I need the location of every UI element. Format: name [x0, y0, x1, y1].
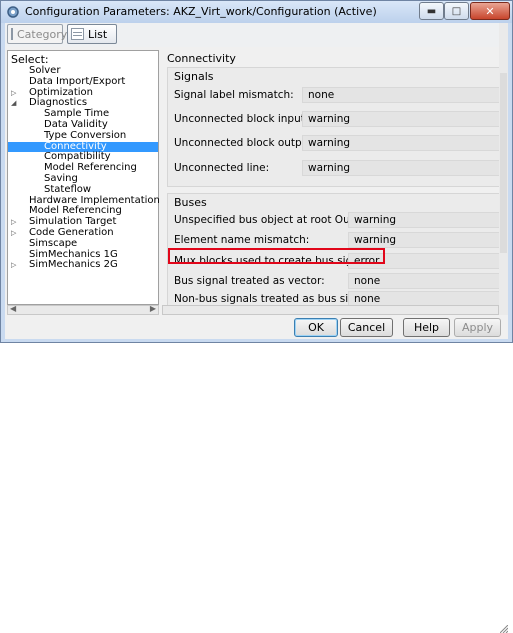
close-icon: ✕ — [485, 4, 495, 18]
non-bus-as-bus-select[interactable]: none — [348, 291, 506, 305]
setting-label: Bus signal treated as vector: — [174, 275, 325, 287]
unspecified-bus-object-row: Unspecified bus object at root Outport b… — [168, 212, 506, 229]
tree-item-simmechanics-2g[interactable]: ▷ SimMechanics 2G — [8, 260, 158, 271]
close-button[interactable]: ✕ — [470, 2, 510, 20]
expand-arrow-icon[interactable]: ▷ — [11, 260, 16, 271]
element-name-mismatch-row: Element name mismatch: warning — [168, 232, 506, 249]
section-title: Connectivity — [167, 52, 236, 65]
element-name-mismatch-select[interactable]: warning — [348, 232, 506, 248]
unconnected-input-ports-select[interactable]: warning — [302, 111, 506, 127]
tree-item-label: SimMechanics 2G — [29, 259, 118, 271]
signals-group-label: Signals — [174, 70, 214, 83]
scroll-left-icon[interactable]: ◀ — [10, 304, 16, 313]
dialog-client: Category List Select: Solver Data Import/… — [5, 23, 508, 633]
expand-arrow-icon[interactable]: ▷ — [11, 228, 16, 239]
apply-button[interactable]: Apply — [454, 318, 501, 337]
tree-item-label: Simscape — [29, 237, 78, 249]
list-label: List — [88, 27, 108, 41]
title-bar[interactable]: Configuration Parameters: AKZ_Virt_work/… — [1, 1, 512, 23]
simulink-gear-icon — [7, 6, 19, 18]
annotation-highlight-box — [168, 248, 385, 264]
minimize-icon: ▬ — [426, 5, 437, 17]
expand-arrow-icon[interactable]: ▷ — [11, 217, 16, 228]
list-view-button[interactable]: List — [67, 24, 117, 44]
help-button[interactable]: Help — [403, 318, 450, 337]
cancel-button[interactable]: Cancel — [340, 318, 393, 337]
tree-item-stateflow[interactable]: Stateflow — [8, 183, 158, 196]
expand-arrow-icon[interactable]: ▷ — [11, 88, 16, 99]
view-toolbar: Category List — [5, 23, 508, 47]
list-icon — [71, 28, 84, 40]
tree-item-type-conversion[interactable]: Type Conversion — [8, 129, 158, 142]
config-dialog: Configuration Parameters: AKZ_Virt_work/… — [0, 0, 513, 633]
setting-label: Unconnected line: — [174, 162, 270, 174]
tree-item-data-import-export[interactable]: Data Import/Export — [8, 75, 158, 88]
buses-group-label: Buses — [174, 196, 207, 209]
tree-item-label: Type Conversion — [44, 129, 127, 141]
unconnected-line-row: Unconnected line: warning — [168, 160, 506, 177]
signal-label-mismatch-select[interactable]: none — [302, 87, 506, 103]
signal-label-mismatch-row: Signal label mismatch: none — [168, 87, 506, 104]
unconnected-output-ports-select[interactable]: warning — [302, 135, 506, 151]
non-bus-as-bus-row: Non-bus signals treated as bus signals: … — [168, 291, 506, 305]
bus-as-vector-select[interactable]: none — [348, 273, 506, 289]
category-view-button[interactable]: Category — [7, 24, 67, 44]
unconnected-output-ports-row: Unconnected block output ports: warning — [168, 135, 506, 152]
scroll-right-icon[interactable]: ▶ — [150, 304, 156, 313]
settings-pane: Connectivity Signals Signal label mismat… — [162, 50, 506, 305]
minimize-button[interactable]: ▬ — [419, 2, 444, 20]
unconnected-line-select[interactable]: warning — [302, 160, 506, 176]
signals-group: Signals Signal label mismatch: none Unco… — [167, 67, 506, 187]
tree-item-simscape[interactable]: Simscape — [8, 237, 158, 250]
category-label: Category — [17, 27, 68, 41]
tree-item-label: Data Import/Export — [29, 75, 126, 87]
category-tree-pane: Select: Solver Data Import/Export ▷ Optimiz… — [7, 50, 160, 305]
ok-button[interactable]: OK — [294, 318, 338, 337]
tree-horizontal-scrollbar[interactable]: ◀ ▶ — [7, 304, 159, 315]
unspecified-bus-object-select[interactable]: warning — [348, 212, 506, 228]
unconnected-input-ports-row: Unconnected block input ports: warning — [168, 111, 506, 128]
window-title: Configuration Parameters: AKZ_Virt_work/… — [25, 5, 377, 18]
scroll-thumb[interactable] — [500, 73, 507, 253]
settings-horizontal-scrollbar[interactable] — [162, 305, 499, 315]
setting-label: Signal label mismatch: — [174, 89, 294, 101]
setting-label: Element name mismatch: — [174, 234, 310, 246]
tree-item-label: Stateflow — [44, 183, 92, 195]
category-tree: Solver Data Import/Export ▷ Optimization ◢ Di… — [8, 65, 160, 271]
settings-vertical-scrollbar[interactable] — [499, 23, 508, 315]
category-icon — [11, 28, 13, 40]
maximize-icon: □ — [451, 5, 462, 17]
dialog-footer: OK Cancel Help Apply — [5, 316, 508, 633]
tree-item-model-referencing[interactable]: Model Referencing — [8, 162, 158, 174]
collapse-arrow-icon[interactable]: ◢ — [11, 98, 16, 109]
resize-grip-icon[interactable] — [500, 625, 508, 633]
maximize-button[interactable]: □ — [444, 2, 469, 20]
bus-as-vector-row: Bus signal treated as vector: none — [168, 273, 506, 290]
